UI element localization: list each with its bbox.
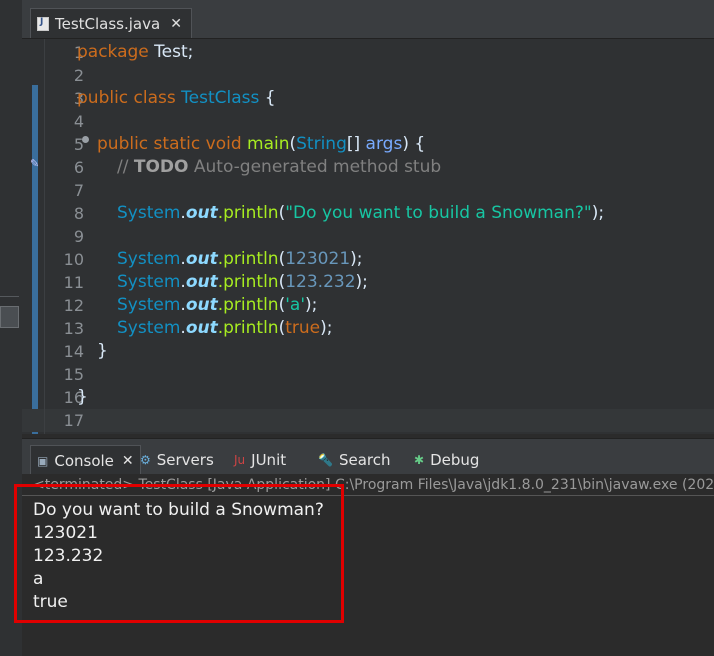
line-number: 11	[63, 273, 84, 292]
java-file-icon	[37, 16, 49, 31]
code-text: );	[350, 249, 363, 269]
method-name: .println	[217, 249, 279, 269]
code-text: );	[355, 272, 368, 292]
char-literal: 'a'	[285, 295, 305, 315]
field-name: out	[185, 203, 218, 223]
tab-servers[interactable]: ⚙ Servers	[140, 445, 214, 475]
search-icon: 🔦	[318, 453, 333, 467]
code-line: 3 public class TestClass {	[22, 87, 714, 110]
tab-console[interactable]: ▣ Console ✕	[30, 445, 141, 475]
line-number: 12	[63, 296, 84, 315]
method-name: .println	[217, 318, 279, 338]
panel-handle[interactable]	[0, 306, 19, 328]
method-name: .println	[217, 203, 279, 223]
number-literal: 123.232	[285, 272, 356, 292]
field-name: out	[185, 272, 218, 292]
line-number: 6	[73, 158, 84, 177]
line-number: 8	[73, 204, 84, 223]
parameter: args	[365, 134, 403, 154]
tab-label: Search	[338, 451, 391, 469]
code-text: {	[259, 88, 276, 108]
junit-icon: Ju	[234, 453, 246, 467]
comment: //	[117, 157, 134, 177]
method-name: .println	[217, 272, 279, 292]
servers-icon: ⚙	[140, 453, 151, 467]
field-name: out	[185, 318, 218, 338]
code-text: ) {	[402, 134, 426, 154]
class-name: System	[117, 203, 181, 223]
code-text: );	[320, 318, 333, 338]
class-name: System	[117, 272, 181, 292]
type-name: String	[296, 134, 347, 154]
line-number: 9	[73, 227, 84, 246]
highlight-box	[14, 484, 344, 623]
code-line: 8 System.out.println("Do you want to bui…	[22, 202, 714, 225]
code-text: []	[346, 134, 366, 154]
tab-search[interactable]: 🔦 Search	[318, 445, 391, 475]
line-number: 10	[63, 250, 84, 269]
close-icon[interactable]: ✕	[122, 453, 134, 469]
console-icon: ▣	[37, 453, 49, 468]
method-name: .println	[217, 295, 279, 315]
code-line: 6 // TODO Auto-generated method stub	[22, 156, 714, 179]
method-name: main	[241, 134, 290, 154]
class-name: System	[117, 295, 181, 315]
line-number: 5	[73, 135, 84, 154]
class-name: System	[117, 318, 181, 338]
line-number: 2	[73, 66, 84, 85]
code-line: 1 package Test;	[22, 41, 714, 64]
code-line-current: 17	[22, 409, 714, 432]
comment: Auto-generated method stub	[188, 157, 442, 177]
panel-divider	[0, 296, 19, 297]
line-number: 15	[63, 365, 84, 384]
code-line: 14 }	[22, 340, 714, 363]
number-literal: 123021	[285, 249, 351, 269]
code-line: 9	[22, 225, 714, 248]
line-number: 13	[63, 319, 84, 338]
code-text: Test;	[148, 42, 194, 62]
class-name: TestClass	[175, 88, 260, 108]
field-name: out	[185, 249, 218, 269]
gutter-separator	[44, 39, 45, 434]
debug-icon: ✱	[414, 453, 425, 467]
console-tab-bar: ▣ Console ✕ ⚙ Servers Ju JUnit 🔦 Search …	[22, 438, 714, 475]
code-line: 12 System.out.println('a');	[22, 294, 714, 317]
code-editor[interactable]: ✎ 1 package Test; 2 3 public class TestC…	[22, 39, 714, 434]
line-number: 7	[73, 181, 84, 200]
code-line: 7	[22, 179, 714, 202]
line-number: 17	[63, 411, 84, 430]
tab-debug[interactable]: ✱ Debug	[414, 445, 479, 475]
keyword: public class	[77, 88, 176, 108]
close-icon[interactable]: ✕	[170, 16, 182, 32]
tab-label: Console	[54, 451, 114, 470]
code-text: );	[305, 295, 318, 315]
keyword: package	[77, 42, 149, 62]
code-text: }	[97, 341, 108, 361]
editor-tab-bar: TestClass.java ✕	[22, 0, 714, 39]
line-number: 14	[63, 342, 84, 361]
string-literal: "Do you want to build a Snowman?"	[285, 203, 592, 223]
code-line: 15	[22, 363, 714, 386]
tab-label: JUnit	[251, 451, 287, 469]
code-text: );	[591, 203, 605, 223]
code-line: 13 System.out.println(true);	[22, 317, 714, 340]
class-name: System	[117, 249, 181, 269]
tab-junit[interactable]: Ju JUnit	[234, 445, 286, 475]
field-name: out	[185, 295, 218, 315]
keyword: true	[285, 318, 321, 338]
tab-label: Servers	[156, 451, 214, 469]
tab-label: TestClass.java	[55, 14, 161, 33]
code-line: 2	[22, 64, 714, 87]
line-number: 4	[73, 112, 84, 131]
code-line: 16 }	[22, 386, 714, 409]
code-line: 11 System.out.println(123.232);	[22, 271, 714, 294]
code-line: 10 System.out.println(123021);	[22, 248, 714, 271]
code-line: 4	[22, 110, 714, 133]
todo-tag: TODO	[133, 157, 189, 177]
code-text: }	[77, 387, 88, 407]
tab-label: Debug	[430, 451, 480, 469]
tab-testclass-java[interactable]: TestClass.java ✕	[30, 8, 192, 38]
code-line: 5 public static void main(String[] args)…	[22, 133, 714, 156]
keyword: public static void	[97, 134, 242, 154]
